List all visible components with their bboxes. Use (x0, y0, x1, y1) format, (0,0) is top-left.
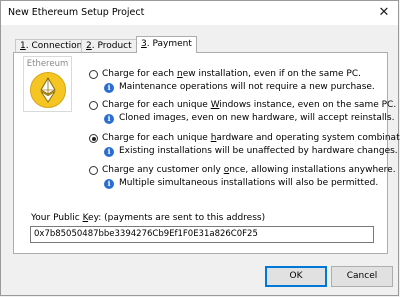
setup-dialog: New Ethereum Setup Project ✕ 1. Connecti… (0, 0, 400, 296)
close-icon[interactable]: ✕ (376, 5, 392, 21)
payment-panel: Ethereum Charge for each new installatio… (13, 52, 400, 254)
option-label: Charge for each unique Windows instance,… (102, 100, 397, 110)
ok-button[interactable]: OK (265, 266, 327, 287)
logo-label: Ethereum (26, 59, 69, 69)
public-key-input[interactable]: 0x7b85050487bbe3394276Cb9Ef1F0E31a826C0F… (30, 226, 374, 243)
option-label: Charge for each unique hardware and oper… (102, 133, 400, 143)
ethereum-coin-icon (30, 72, 66, 108)
tab-connection-label: . Connection (25, 41, 83, 51)
info-icon: i (104, 114, 114, 124)
option-note: Existing installations will be unaffecte… (119, 146, 398, 156)
option-label: Charge any customer only once, allowing … (102, 165, 396, 175)
tab-product-label: . Product (91, 41, 132, 51)
info-icon: i (104, 83, 114, 93)
radio-hardware-os[interactable] (89, 134, 98, 143)
tab-payment-label: . Payment (146, 39, 192, 49)
window-title: New Ethereum Setup Project (8, 7, 145, 18)
ethereum-logo-box: Ethereum (23, 56, 72, 112)
radio-windows-instance[interactable] (89, 101, 98, 110)
option-note: Multiple simultaneous installations will… (119, 178, 379, 188)
tab-product[interactable]: 2. Product (81, 39, 137, 53)
option-note: Maintenance operations will not require … (119, 82, 375, 92)
option-label: Charge for each new installation, even i… (102, 69, 361, 79)
info-icon: i (104, 179, 114, 189)
radio-new-installation[interactable] (89, 70, 98, 79)
radio-once-per-customer[interactable] (89, 166, 98, 175)
title-bar: New Ethereum Setup Project ✕ (1, 1, 398, 25)
info-icon: i (104, 147, 114, 157)
tab-payment[interactable]: 3. Payment (136, 36, 197, 53)
public-key-label: Your Public Key: (payments are sent to t… (31, 213, 266, 223)
option-note: Cloned images, even on new hardware, wil… (119, 113, 395, 123)
tab-connection[interactable]: 1. Connection (15, 39, 88, 53)
cancel-button[interactable]: Cancel (331, 266, 393, 287)
